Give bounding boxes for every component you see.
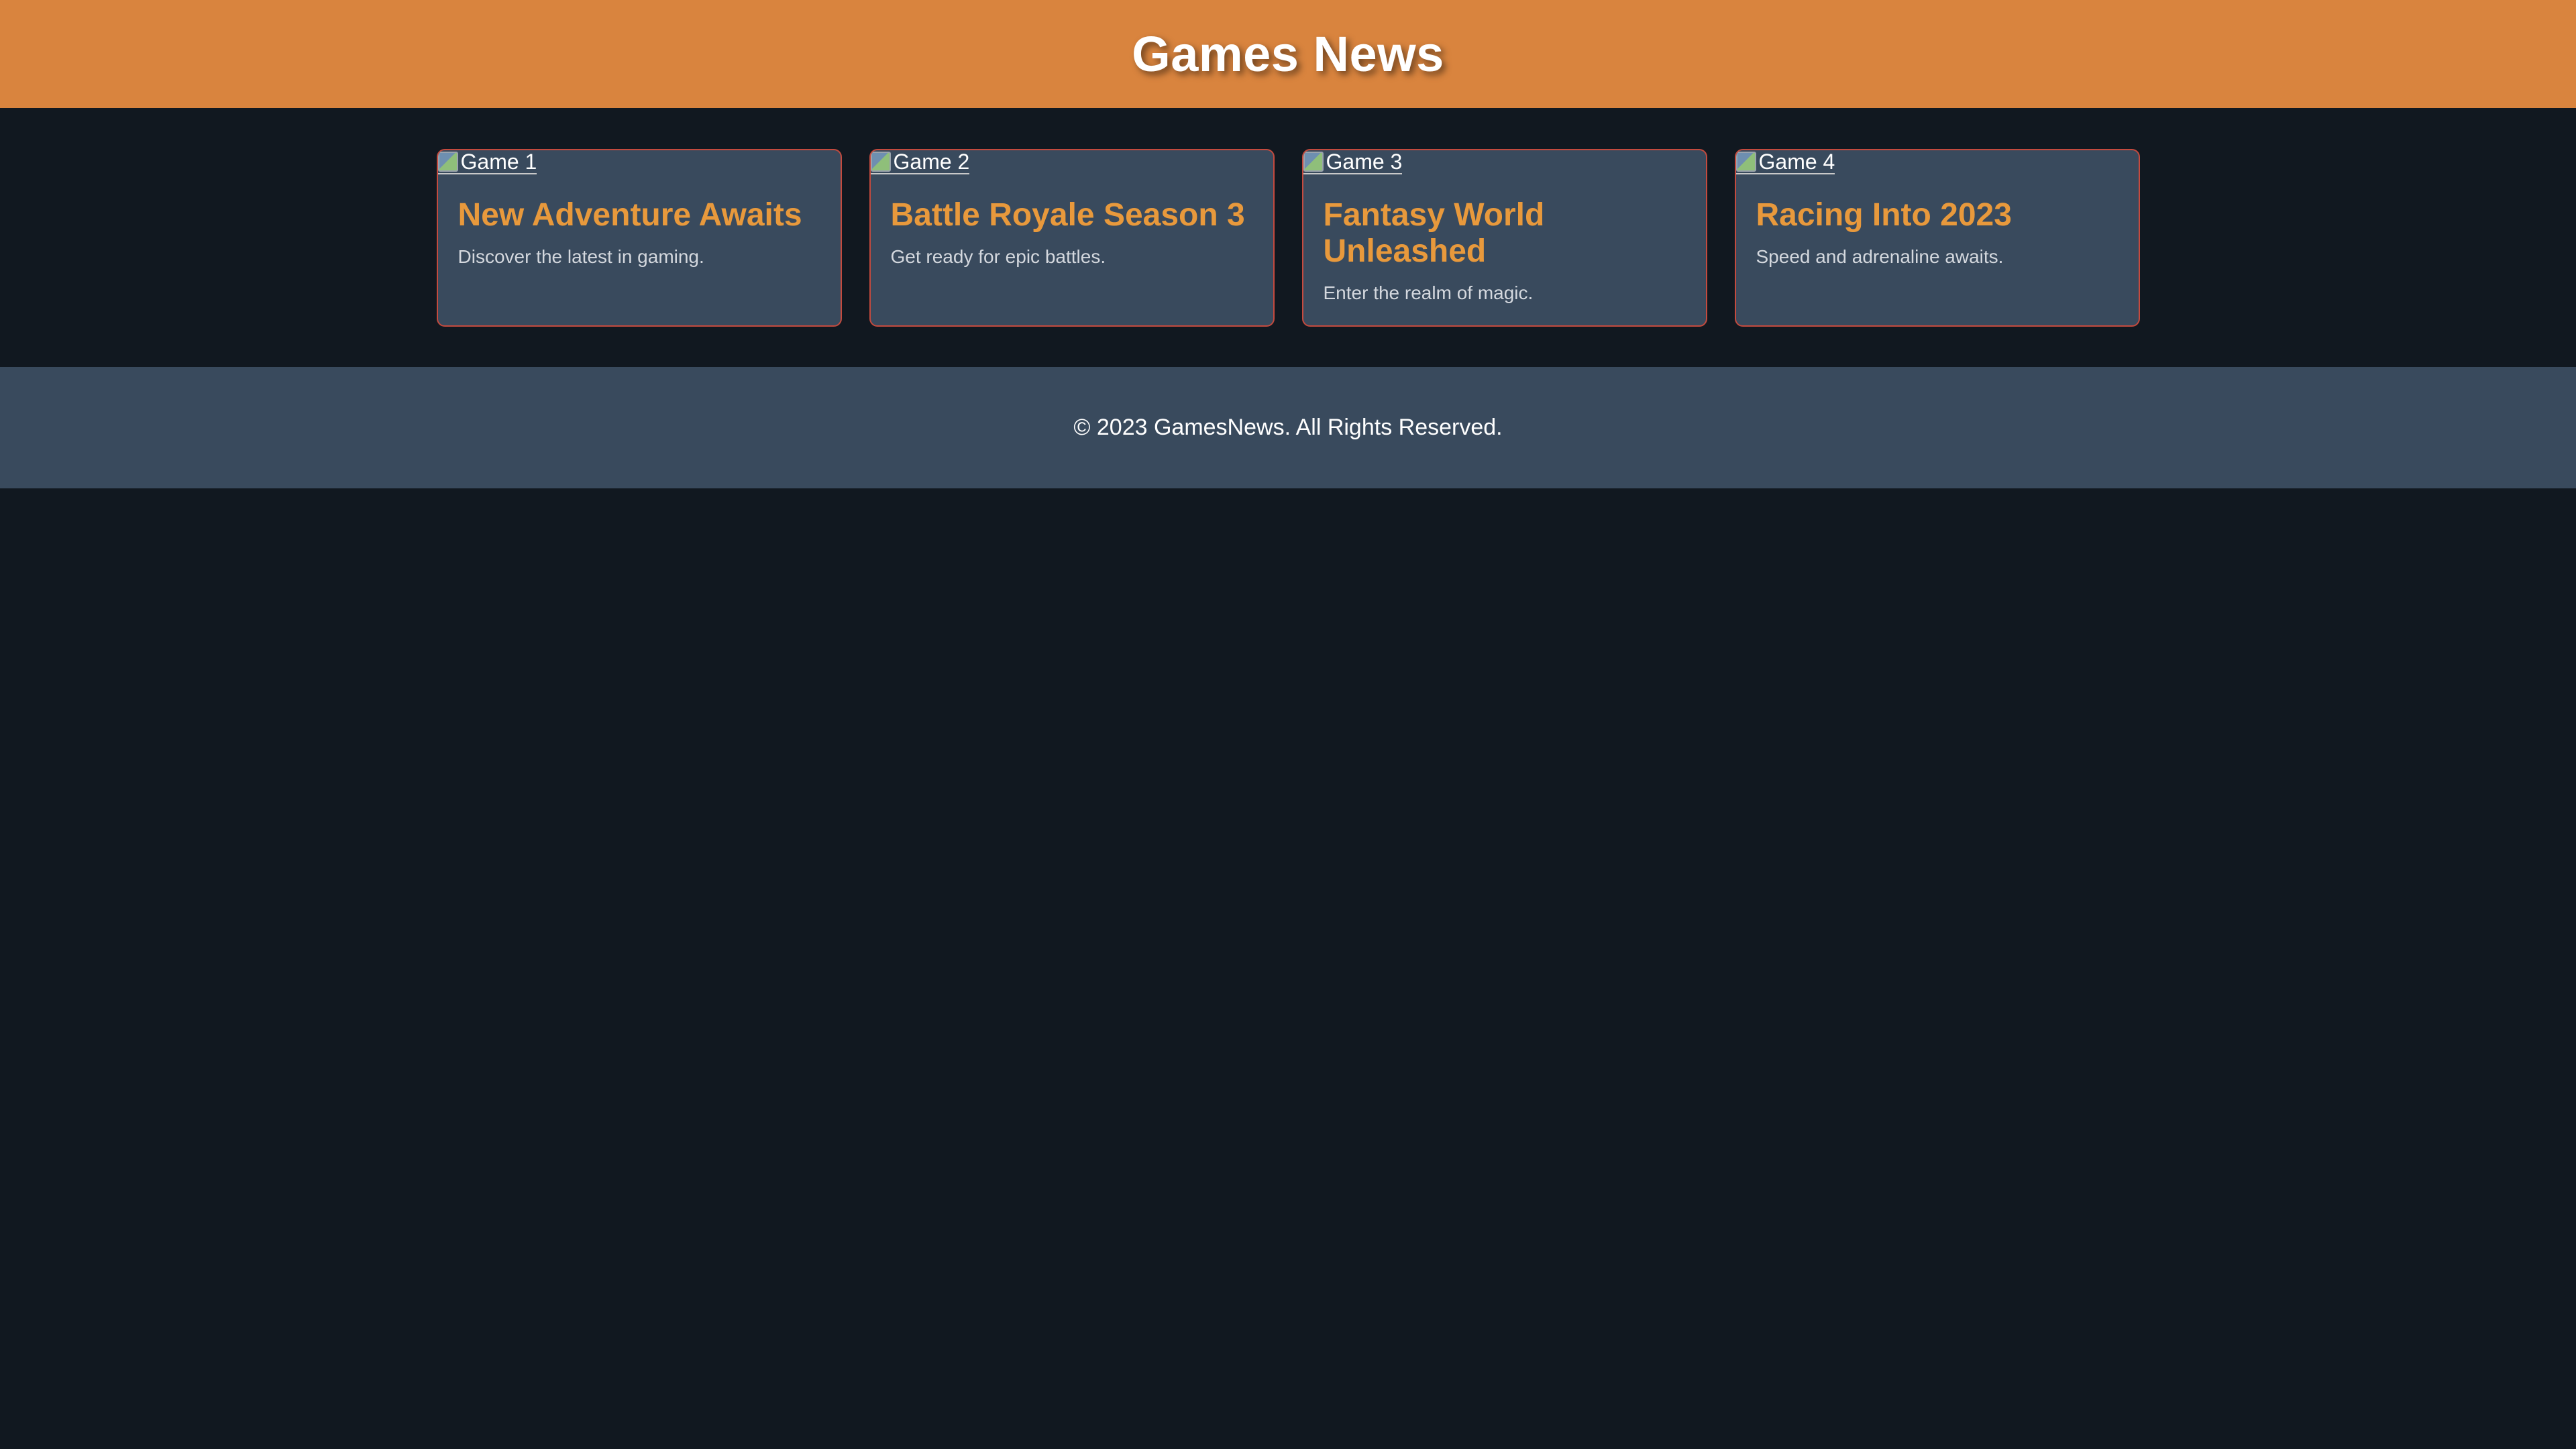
image-alt-text: Game 2	[893, 150, 970, 174]
image-alt-text-container: Game 3	[1303, 150, 1403, 174]
page-title: Games News	[1132, 26, 1444, 82]
article-body: New Adventure Awaits Discover the latest…	[438, 174, 841, 268]
image-alt-text-container: Game 2	[870, 150, 970, 174]
article-image: Game 1	[437, 150, 841, 174]
article-title[interactable]: New Adventure Awaits	[458, 197, 820, 233]
article-body: Racing Into 2023 Speed and adrenaline aw…	[1736, 174, 2139, 268]
article-image: Game 4	[1735, 150, 2139, 174]
article-description: Discover the latest in gaming.	[458, 246, 704, 267]
article-title[interactable]: Fantasy World Unleashed	[1324, 197, 1686, 270]
article-body: Battle Royale Season 3 Get ready for epi…	[871, 174, 1273, 268]
article-card[interactable]: Game 3 Fantasy World Unleashed Enter the…	[1301, 149, 1707, 327]
image-alt-text: Game 1	[460, 150, 537, 174]
article-description: Enter the realm of magic.	[1323, 282, 1534, 303]
article-image: Game 2	[870, 150, 1273, 174]
copyright-text: © 2023 GamesNews. All Rights Reserved.	[1073, 415, 1503, 440]
article-title[interactable]: Battle Royale Season 3	[891, 197, 1253, 233]
broken-image-icon	[437, 152, 458, 172]
broken-image-icon	[870, 152, 891, 172]
main-content: Game 1 New Adventure Awaits Discover the…	[0, 108, 2576, 367]
image-alt-text: Game 4	[1758, 150, 1835, 174]
article-description: Get ready for epic battles.	[890, 246, 1106, 267]
broken-image-icon	[1303, 152, 1324, 172]
image-alt-text: Game 3	[1326, 150, 1403, 174]
image-alt-text-container: Game 4	[1735, 150, 1835, 174]
broken-image-icon	[1735, 152, 1756, 172]
article-card[interactable]: Game 2 Battle Royale Season 3 Get ready …	[869, 149, 1275, 327]
site-header: Games News	[0, 0, 2576, 108]
site-footer: © 2023 GamesNews. All Rights Reserved.	[0, 367, 2576, 488]
article-card[interactable]: Game 4 Racing Into 2023 Speed and adrena…	[1734, 149, 2140, 327]
article-card-list: Game 1 New Adventure Awaits Discover the…	[436, 149, 2140, 327]
article-card[interactable]: Game 1 New Adventure Awaits Discover the…	[436, 149, 842, 327]
article-description: Speed and adrenaline awaits.	[1756, 246, 2004, 267]
article-title[interactable]: Racing Into 2023	[1756, 197, 2118, 233]
image-alt-text-container: Game 1	[437, 150, 537, 174]
article-image: Game 3	[1303, 150, 1706, 174]
article-body: Fantasy World Unleashed Enter the realm …	[1303, 174, 1706, 305]
